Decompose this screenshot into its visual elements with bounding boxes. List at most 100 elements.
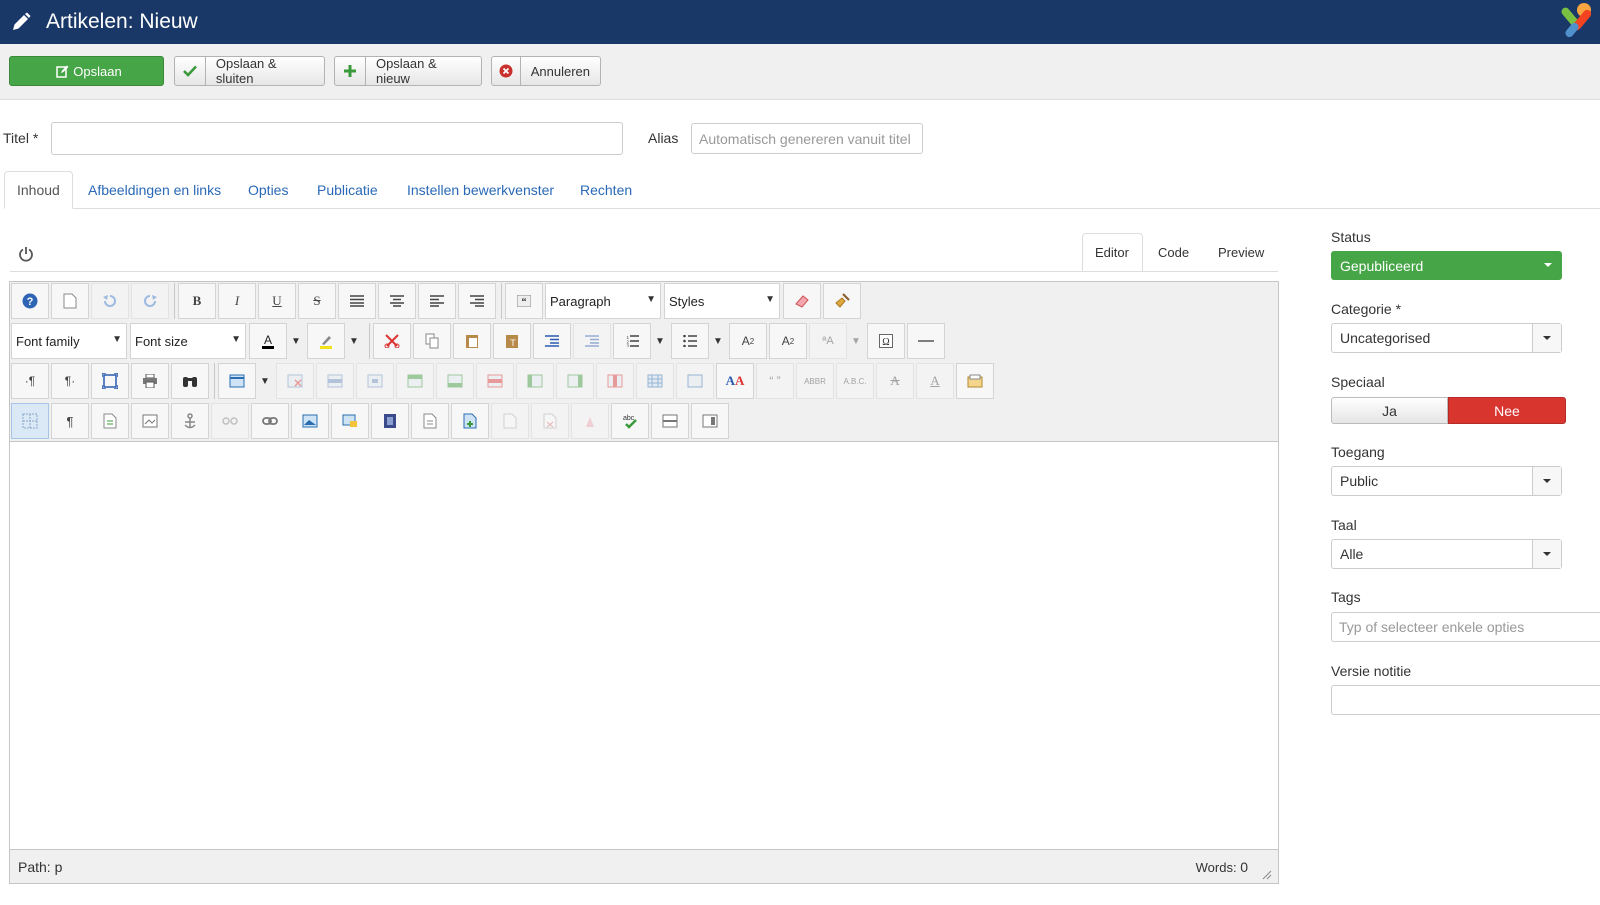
italic-icon[interactable]: I — [218, 283, 256, 319]
align-center-icon[interactable] — [378, 283, 416, 319]
table-icon[interactable] — [218, 363, 256, 399]
new-document-icon[interactable] — [51, 283, 89, 319]
font-family-select[interactable]: Font family ▼ — [11, 323, 127, 359]
cite-quote-icon[interactable]: “ ” — [756, 363, 794, 399]
chevron-down-icon[interactable]: ▼ — [847, 323, 865, 359]
tab-preview[interactable]: Preview — [1218, 233, 1264, 272]
image-manager-icon[interactable] — [331, 403, 369, 439]
readmore-icon[interactable] — [691, 403, 729, 439]
undo-icon[interactable] — [91, 283, 129, 319]
underline-icon[interactable]: U — [258, 283, 296, 319]
alias-input[interactable]: Automatisch genereren vanuit titel — [691, 123, 923, 154]
tab-inhoud[interactable]: Inhoud — [4, 171, 73, 209]
copy-icon[interactable] — [413, 323, 451, 359]
save-close-button[interactable]: Opslaan & sluiten — [174, 56, 325, 86]
outdent-icon[interactable] — [573, 323, 611, 359]
pagebreak-icon[interactable] — [651, 403, 689, 439]
template-icon[interactable] — [956, 363, 994, 399]
eraser-icon[interactable] — [783, 283, 821, 319]
abbr-icon[interactable]: ABBR — [796, 363, 834, 399]
rtl-paragraph-icon[interactable]: ¶· — [51, 363, 89, 399]
status-select[interactable]: Gepubliceerd — [1331, 251, 1562, 280]
delete-table-icon[interactable] — [276, 363, 314, 399]
delete-text-icon[interactable]: A — [876, 363, 914, 399]
save-new-button[interactable]: Opslaan & nieuw — [334, 56, 482, 86]
image-icon[interactable] — [291, 403, 329, 439]
tab-rechten[interactable]: Rechten — [580, 171, 632, 209]
insert-file-icon[interactable] — [91, 403, 129, 439]
split-cells-icon[interactable] — [636, 363, 674, 399]
horizontal-rule-icon[interactable] — [907, 323, 945, 359]
featured-yes-button[interactable]: Ja — [1331, 397, 1448, 424]
featured-no-button[interactable]: Nee — [1448, 397, 1566, 424]
subscript-icon[interactable]: A2 — [729, 323, 767, 359]
new-page-icon[interactable] — [451, 403, 489, 439]
cell-props-icon[interactable] — [356, 363, 394, 399]
highlight-color-icon[interactable] — [307, 323, 345, 359]
power-toggle-icon[interactable] — [18, 246, 34, 262]
delete-col-icon[interactable] — [596, 363, 634, 399]
blockquote-icon[interactable]: “ — [505, 283, 543, 319]
ltr-paragraph-icon[interactable]: ·¶ — [11, 363, 49, 399]
redo-icon[interactable] — [131, 283, 169, 319]
access-select[interactable]: Public — [1331, 466, 1562, 496]
align-justify-icon[interactable] — [338, 283, 376, 319]
chevron-down-icon[interactable]: ▼ — [287, 323, 305, 359]
cut-page-icon[interactable] — [491, 403, 529, 439]
paste-page-icon[interactable] — [571, 403, 609, 439]
font-size-select[interactable]: Font size ▼ — [130, 323, 246, 359]
indent-icon[interactable] — [533, 323, 571, 359]
spellcheck-icon[interactable]: abc — [611, 403, 649, 439]
visual-aid-icon[interactable] — [11, 403, 49, 439]
delete-row-icon[interactable] — [476, 363, 514, 399]
media-film-icon[interactable] — [371, 403, 409, 439]
insert-col-after-icon[interactable] — [556, 363, 594, 399]
insert-col-before-icon[interactable] — [516, 363, 554, 399]
bold-icon[interactable]: B — [178, 283, 216, 319]
align-left-icon[interactable] — [418, 283, 456, 319]
styleprops-icon[interactable]: AA — [716, 363, 754, 399]
tab-code[interactable]: Code — [1158, 233, 1189, 272]
align-right-icon[interactable] — [458, 283, 496, 319]
text-color-icon[interactable]: A — [249, 323, 287, 359]
anchor-icon[interactable] — [171, 403, 209, 439]
cut-scissors-icon[interactable] — [373, 323, 411, 359]
version-note-input[interactable] — [1331, 685, 1600, 715]
insert-image-icon[interactable] — [131, 403, 169, 439]
row-props-icon[interactable] — [316, 363, 354, 399]
styles-select[interactable]: Styles ▼ — [664, 283, 780, 319]
special-char-omega-icon[interactable]: Ω — [867, 323, 905, 359]
remove-page-icon[interactable] — [531, 403, 569, 439]
help-icon[interactable]: ? — [11, 283, 49, 319]
language-dropdown-button[interactable] — [1532, 540, 1561, 568]
category-dropdown-button[interactable] — [1532, 324, 1561, 352]
bullet-list-icon[interactable] — [671, 323, 709, 359]
show-blocks-icon[interactable]: ¶ — [51, 403, 89, 439]
superscript-icon[interactable]: A2 — [769, 323, 807, 359]
title-input[interactable] — [51, 122, 623, 155]
tab-editor[interactable]: Editor — [1082, 233, 1143, 272]
chevron-down-icon[interactable]: ▼ — [256, 363, 274, 399]
link-icon[interactable] — [251, 403, 289, 439]
language-select[interactable]: Alle — [1331, 539, 1562, 569]
cleanup-broom-icon[interactable] — [823, 283, 861, 319]
tab-publicatie[interactable]: Publicatie — [317, 171, 378, 209]
unlink-icon[interactable] — [211, 403, 249, 439]
paste-icon[interactable] — [453, 323, 491, 359]
insert-document-icon[interactable] — [411, 403, 449, 439]
format-select[interactable]: Paragraph ▼ — [545, 283, 661, 319]
numbered-list-icon[interactable]: 123 — [613, 323, 651, 359]
print-icon[interactable] — [131, 363, 169, 399]
acronym-icon[interactable]: A.B.C. — [836, 363, 874, 399]
strikethrough-icon[interactable]: S — [298, 283, 336, 319]
tags-input[interactable]: Typ of selecteer enkele opties — [1331, 612, 1600, 642]
chevron-down-icon[interactable]: ▼ — [345, 323, 363, 359]
save-button[interactable]: Opslaan — [9, 56, 164, 86]
path-value[interactable]: p — [55, 859, 63, 875]
tab-afbeeldingen[interactable]: Afbeeldingen en links — [88, 171, 221, 209]
category-select[interactable]: Uncategorised — [1331, 323, 1562, 353]
text-direction-icon[interactable]: ªA — [809, 323, 847, 359]
paste-text-icon[interactable]: T — [493, 323, 531, 359]
access-dropdown-button[interactable] — [1532, 467, 1561, 495]
insert-text-icon[interactable]: A — [916, 363, 954, 399]
